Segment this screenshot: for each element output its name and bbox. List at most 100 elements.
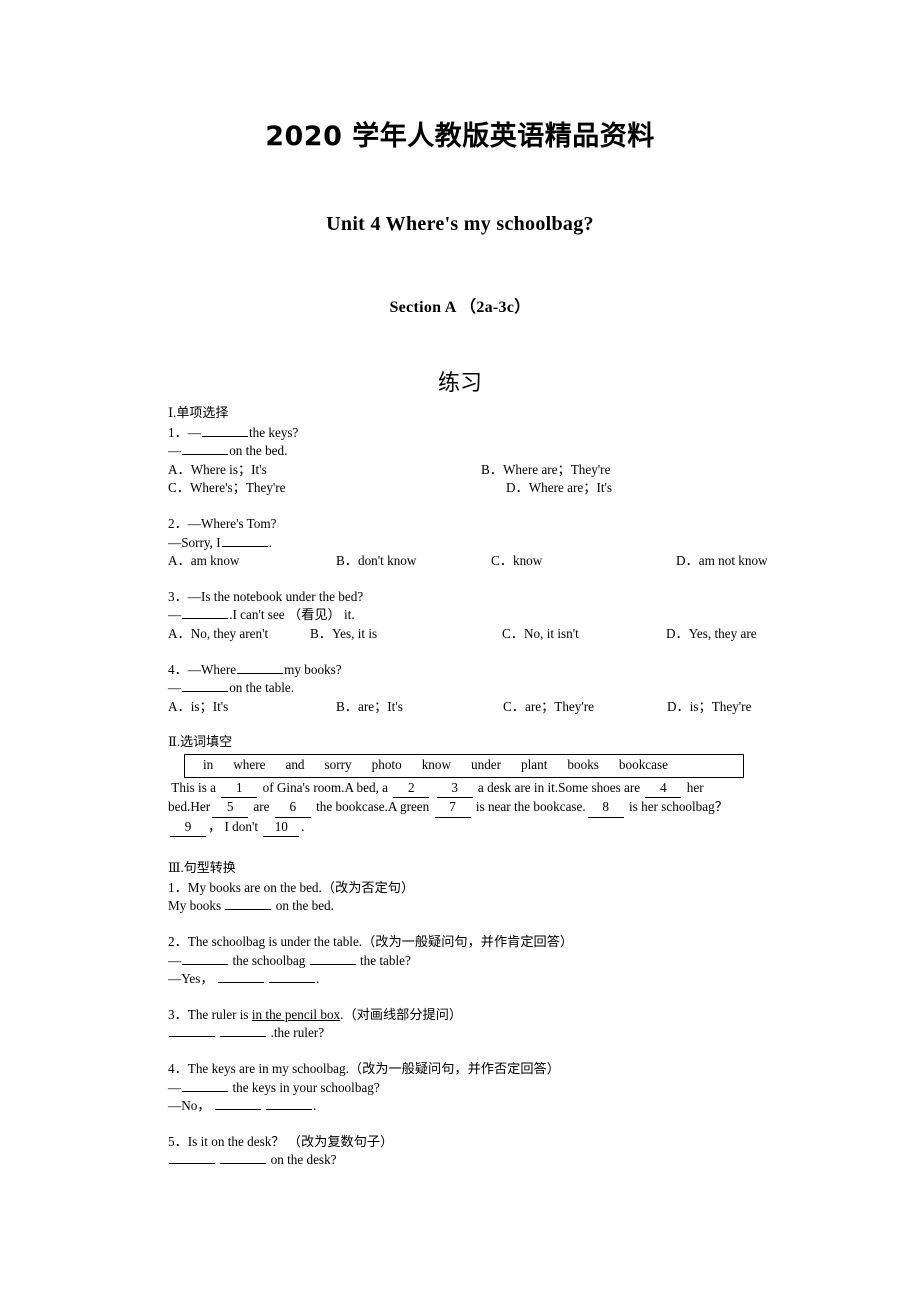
option-text: Where are；It's (528, 480, 613, 496)
cloze-blank-4[interactable]: 4 (645, 779, 682, 799)
question-3-option-c[interactable]: C．No, it isn't (502, 625, 666, 644)
question-3-options-row: A．No, they aren't B．Yes, it is C．No, it is… (168, 625, 793, 644)
transform-2-blank-4[interactable] (269, 970, 316, 984)
transform-4-blank-2[interactable] (214, 1097, 261, 1111)
cloze-blank-7[interactable]: 7 (434, 798, 471, 818)
transform-5-blank-2[interactable] (220, 1151, 267, 1165)
question-2-blank-1[interactable] (221, 534, 268, 547)
option-text: know (512, 553, 543, 569)
transform-2-blank-2[interactable] (309, 952, 356, 965)
option-text: are；It's (357, 698, 403, 714)
transform-4-stem: 4．The keys are in my schoolbag.（改为一般疑问句，… (168, 1061, 560, 1077)
worksheet-page: 2020 学年人教版英语精品资料 Unit 4 Where's my schoo… (0, 0, 920, 1302)
cloze-passage: This is a 1 of Gina's room.A bed, a 2 3 … (168, 779, 793, 838)
option-letter: A． (168, 625, 191, 641)
cloze-blank-5[interactable]: 5 (212, 798, 249, 818)
transform-4-blank-1[interactable] (182, 1079, 229, 1092)
answer-suffix: on the desk? (270, 1152, 337, 1168)
option-letter: C． (503, 698, 525, 714)
cloze-blank-2[interactable]: 2 (393, 779, 430, 799)
option-text: Where's；They're (189, 480, 286, 496)
option-text: don't know (357, 553, 417, 569)
cloze-blank-8[interactable]: 8 (587, 798, 624, 818)
cloze-blank-6[interactable]: 6 (274, 798, 311, 818)
question-1-blank-2[interactable] (182, 442, 229, 456)
answer-suffix: . (316, 971, 320, 987)
transform-5-answer-line: on the desk? (168, 1151, 793, 1170)
transform-5-blank-1[interactable] (169, 1151, 215, 1165)
cloze-text: ， I don't (208, 818, 258, 834)
question-1-blank-1[interactable] (201, 424, 248, 437)
transform-question-4: 4．The keys are in my schoolbag.（改为一般疑问句，… (168, 1060, 793, 1116)
option-letter: B． (310, 625, 332, 641)
option-text: No, they aren't (190, 625, 269, 641)
question-3-answer-line: — .I can't see （看见） it. (168, 606, 793, 625)
option-letter: C． (491, 553, 513, 569)
transform-2-blank-1[interactable] (182, 952, 229, 965)
cloze-text: the bookcase.A green (316, 799, 430, 815)
question-1-option-a[interactable]: A．Where is；It's (168, 461, 481, 480)
question-3-option-d[interactable]: D．Yes, they are (666, 625, 757, 644)
option-text: No, it isn't (523, 625, 579, 641)
transform-3-blank-1[interactable] (169, 1024, 215, 1038)
question-4-options-row: A．is；It's B．are；It's C．are；They're D．is；The… (168, 698, 793, 717)
cloze-blank-10[interactable]: 10 (263, 818, 300, 838)
question-4-blank-1[interactable] (237, 661, 284, 674)
exercise-title: 练习 (437, 371, 482, 396)
part-1-heading: Ⅰ.单项选择 (168, 405, 229, 420)
question-4-option-b[interactable]: B．are；It's (336, 698, 503, 717)
question-1-answer-rest: on the bed. (229, 443, 288, 459)
transform-4-blank-3[interactable] (266, 1097, 313, 1111)
question-1-option-d[interactable]: D．Where are；It's (506, 479, 612, 498)
word-bank-item[interactable]: and (275, 756, 314, 775)
question-2-option-a[interactable]: A．am know (168, 552, 336, 571)
option-letter: B． (481, 461, 503, 477)
question-3-blank-1[interactable] (182, 606, 229, 620)
word-bank-item[interactable]: where (223, 756, 275, 775)
cloze-blank-9[interactable]: 9 (170, 818, 206, 838)
question-1-option-b[interactable]: B．Where are；They're (481, 461, 610, 480)
cloze-text: is near the bookcase. (475, 799, 586, 815)
word-bank-item[interactable]: books (557, 756, 609, 775)
question-2-option-b[interactable]: B．don't know (336, 552, 491, 571)
question-3-option-a[interactable]: A．No, they aren't (168, 625, 310, 644)
question-1-option-c[interactable]: C．Where's；They're (168, 479, 506, 498)
cloze-text: bed.Her (168, 799, 211, 815)
transform-2-answer-line-1: — the schoolbag the table? (168, 952, 793, 971)
transform-3-blank-2[interactable] (220, 1024, 267, 1038)
stem-prefix: 3．The ruler is (168, 1006, 252, 1022)
option-letter: D． (667, 698, 690, 714)
answer-suffix: the table? (359, 952, 411, 968)
word-bank-item[interactable]: under (461, 756, 511, 775)
option-text: am not know (698, 553, 768, 569)
answer-prefix: — (168, 1079, 182, 1095)
option-letter: A． (168, 461, 191, 477)
word-bank-item[interactable]: bookcase (609, 756, 678, 775)
transform-2-blank-3[interactable] (217, 970, 264, 984)
cloze-blank-1[interactable]: 1 (221, 779, 258, 799)
cloze-text: . (301, 818, 305, 834)
question-2-option-c[interactable]: C．know (491, 552, 676, 571)
question-2-option-d[interactable]: D．am not know (676, 552, 768, 571)
question-4-option-c[interactable]: C．are；They're (503, 698, 667, 717)
question-4-stem-prefix: 4．—Where (168, 661, 237, 677)
option-text: Yes, it is (331, 625, 378, 641)
word-bank-item[interactable]: photo (362, 756, 412, 775)
question-4-blank-2[interactable] (182, 679, 229, 693)
answer-prefix: My books (168, 898, 222, 914)
question-1-options-row-1: A．Where is；It's B．Where are；They're (168, 461, 793, 480)
question-2-answer-rest: . (268, 534, 272, 550)
word-bank-item[interactable]: know (412, 756, 461, 775)
transform-1-blank-1[interactable] (225, 897, 272, 911)
cloze-blank-3[interactable]: 3 (436, 779, 473, 799)
word-bank-item[interactable]: sorry (315, 756, 362, 775)
question-4-option-a[interactable]: A．is；It's (168, 698, 336, 717)
question-4-option-d[interactable]: D．is；They're (667, 698, 751, 717)
option-letter: D． (666, 625, 689, 641)
question-1-stem-prefix: 1．— (168, 424, 201, 440)
word-bank-item[interactable]: in (193, 756, 223, 775)
word-bank-item[interactable]: plant (511, 756, 557, 775)
question-3-option-b[interactable]: B．Yes, it is (310, 625, 502, 644)
answer-suffix: the keys in your schoolbag? (232, 1079, 380, 1095)
option-letter: C． (502, 625, 524, 641)
